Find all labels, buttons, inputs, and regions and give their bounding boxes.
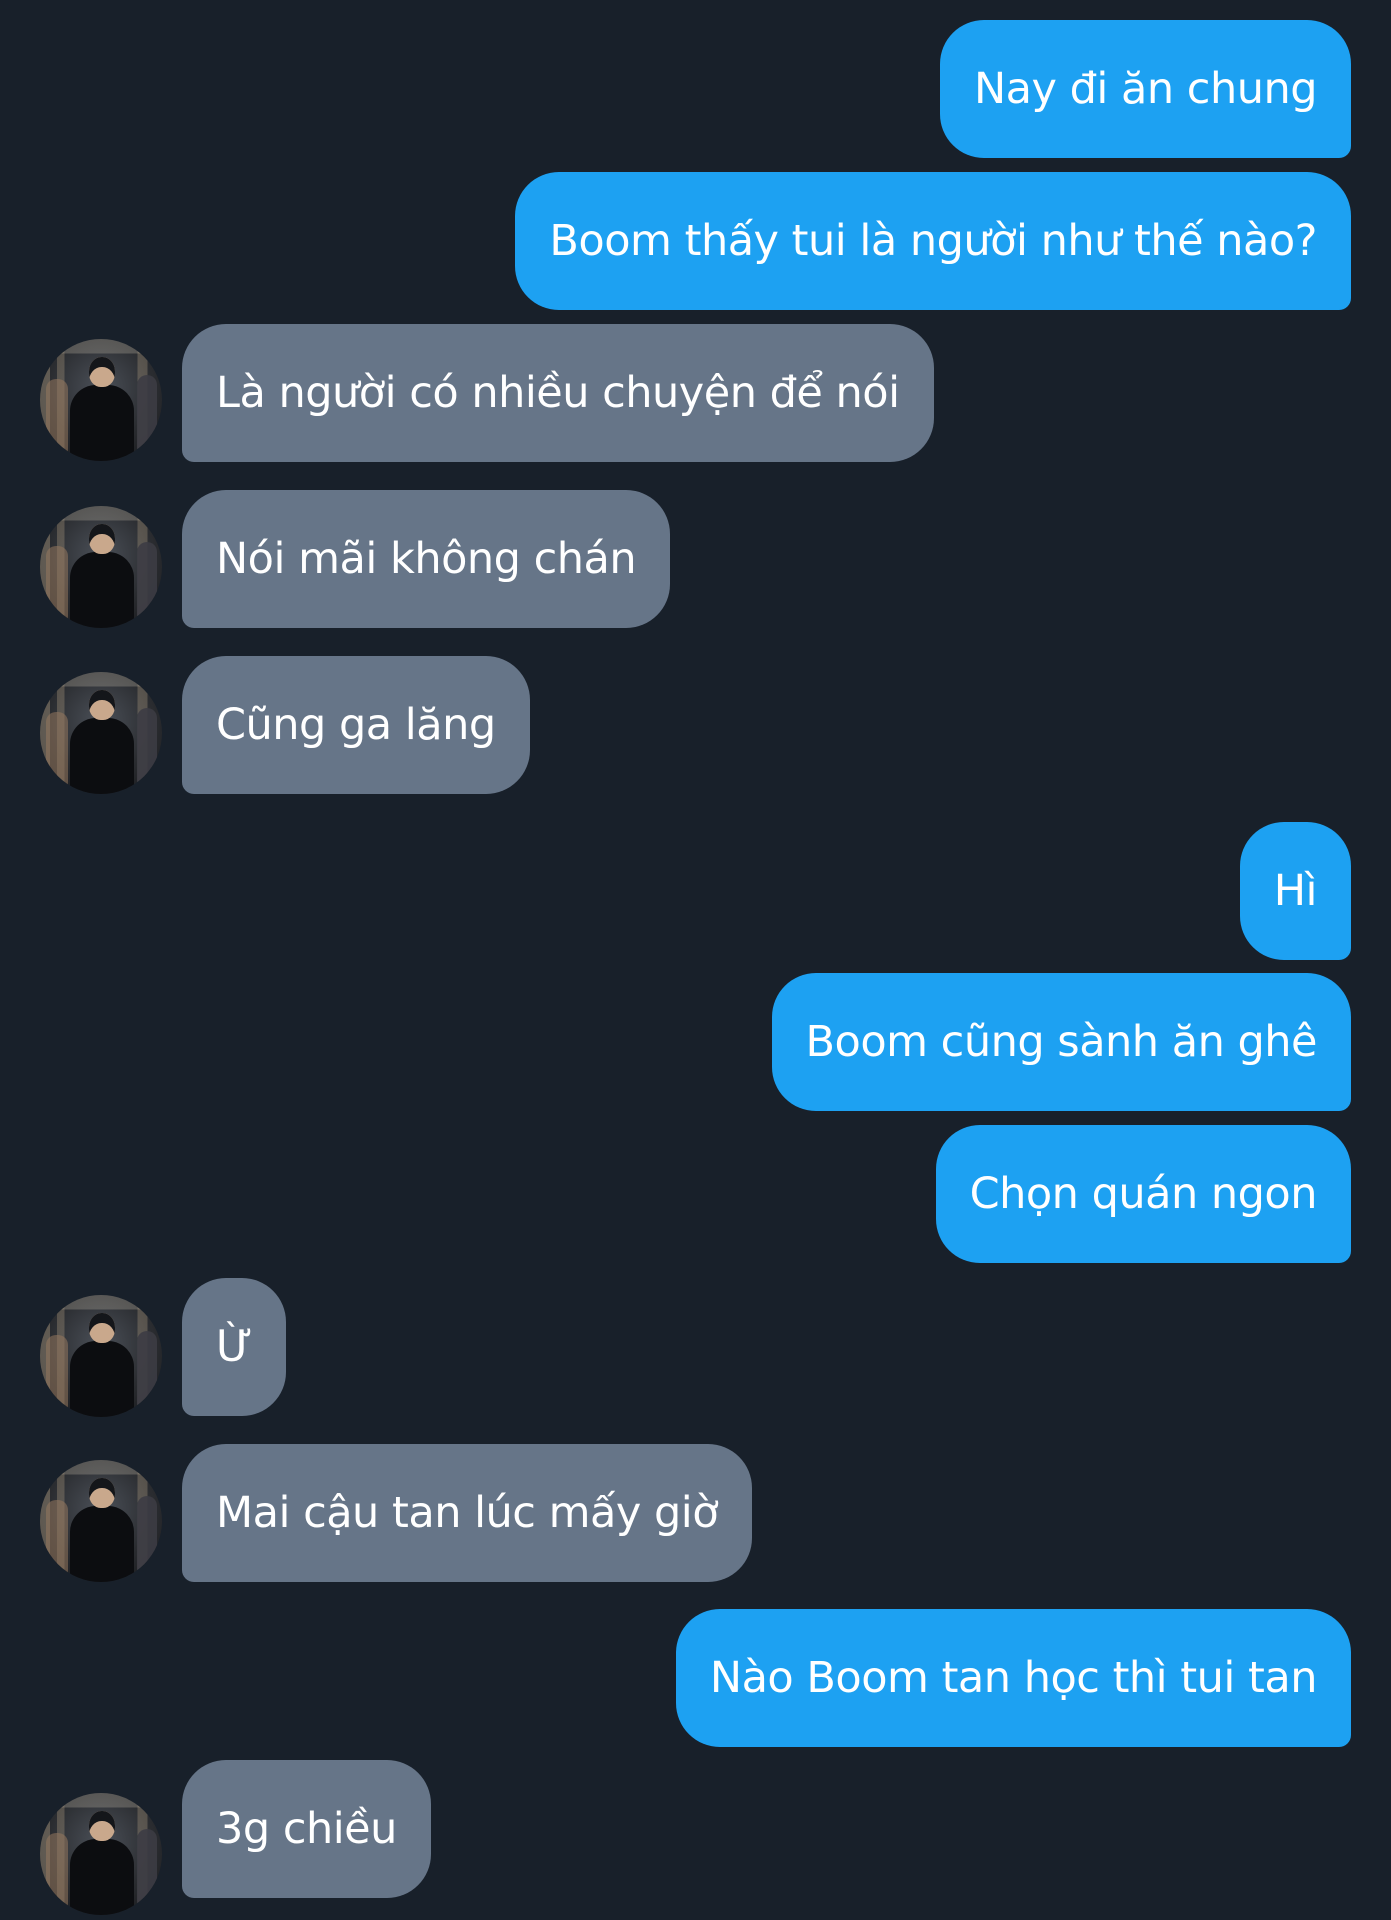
- contact-avatar[interactable]: [40, 672, 162, 794]
- contact-avatar[interactable]: [40, 1295, 162, 1417]
- incoming-message-bubble[interactable]: Là người có nhiều chuyện để nói: [182, 324, 934, 462]
- outgoing-message-bubble[interactable]: Nào Boom tan học thì tui tan: [675, 1609, 1351, 1747]
- incoming-message-bubble[interactable]: Cũng ga lăng: [182, 656, 530, 794]
- outgoing-message-bubble[interactable]: Hì: [1239, 822, 1351, 960]
- outgoing-message-bubble[interactable]: Chọn quán ngon: [935, 1125, 1351, 1263]
- incoming-message-bubble[interactable]: Ừ: [182, 1278, 287, 1416]
- contact-avatar[interactable]: [40, 1793, 162, 1915]
- outgoing-message-bubble[interactable]: Boom thấy tui là người như thế nào?: [515, 172, 1351, 310]
- outgoing-message-bubble[interactable]: Nay đi ăn chung: [939, 20, 1351, 158]
- contact-avatar[interactable]: [40, 1460, 162, 1582]
- incoming-message-bubble[interactable]: Mai cậu tan lúc mấy giờ: [182, 1444, 753, 1582]
- incoming-message-bubble[interactable]: 3g chiều: [182, 1760, 431, 1898]
- chat-thread: Nay đi ăn chung Boom thấy tui là người n…: [0, 0, 1391, 1920]
- incoming-message-bubble[interactable]: Nói mãi không chán: [182, 490, 671, 628]
- contact-avatar[interactable]: [40, 339, 162, 461]
- contact-avatar[interactable]: [40, 506, 162, 628]
- outgoing-message-bubble[interactable]: Boom cũng sành ăn ghê: [771, 973, 1351, 1111]
